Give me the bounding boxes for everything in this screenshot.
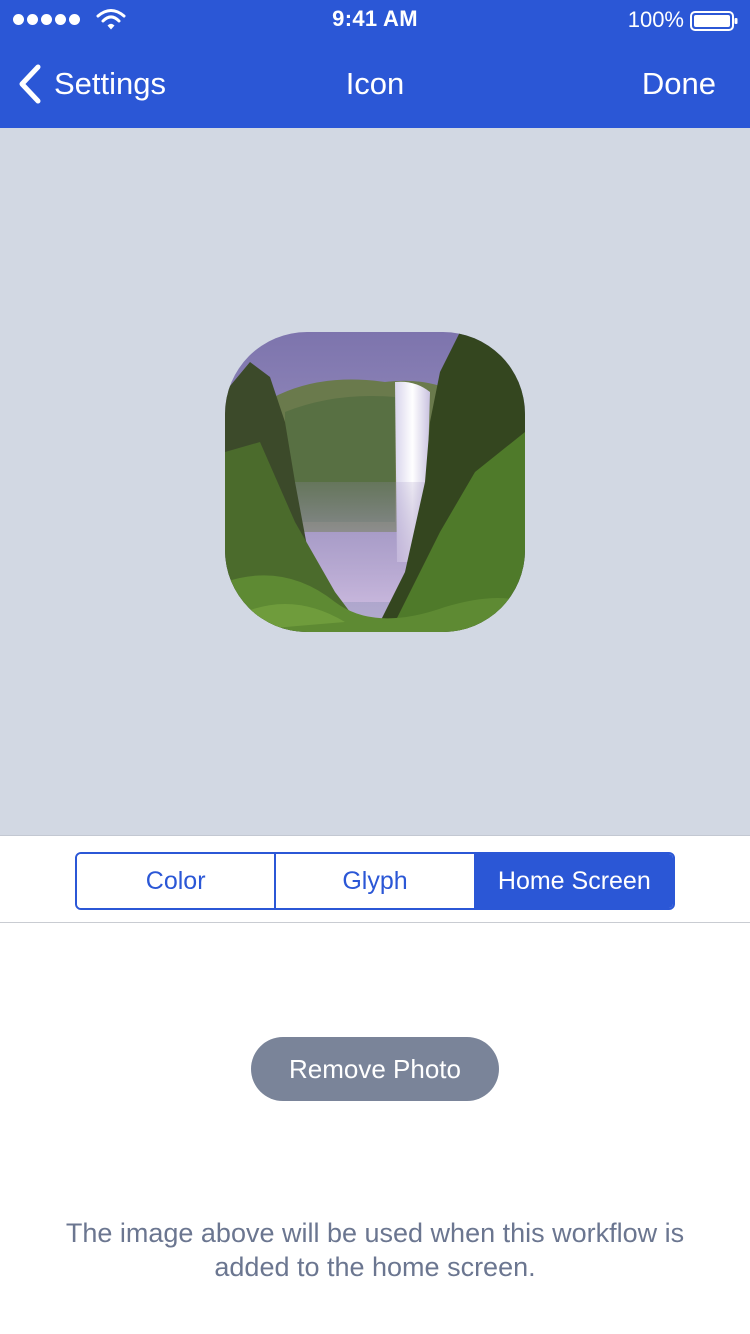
status-bar: 9:41 AM 100% [0, 0, 750, 40]
segment-area: Color Glyph Home Screen [0, 837, 750, 923]
waterfall-photo [225, 332, 525, 632]
remove-photo-button[interactable]: Remove Photo [251, 1037, 499, 1101]
back-button-label: Settings [54, 66, 167, 101]
segment-color[interactable]: Color [77, 854, 275, 908]
segment-glyph[interactable]: Glyph [274, 854, 474, 908]
header: 9:41 AM 100% Settings Icon Done [0, 0, 750, 128]
segment-home-screen[interactable]: Home Screen [473, 854, 673, 908]
battery-percent: 100% [627, 7, 684, 32]
nav-bar: Settings Icon Done [0, 40, 750, 128]
battery-icon [690, 11, 738, 31]
icon-preview-area [0, 128, 750, 836]
done-button[interactable]: Done [642, 66, 716, 102]
home-screen-icon-preview [225, 332, 525, 632]
chevron-left-icon [19, 64, 41, 104]
back-button[interactable]: Settings [14, 60, 166, 108]
icon-type-segmented-control: Color Glyph Home Screen [75, 852, 675, 910]
footnote-text: The image above will be used when this w… [65, 1218, 685, 1282]
